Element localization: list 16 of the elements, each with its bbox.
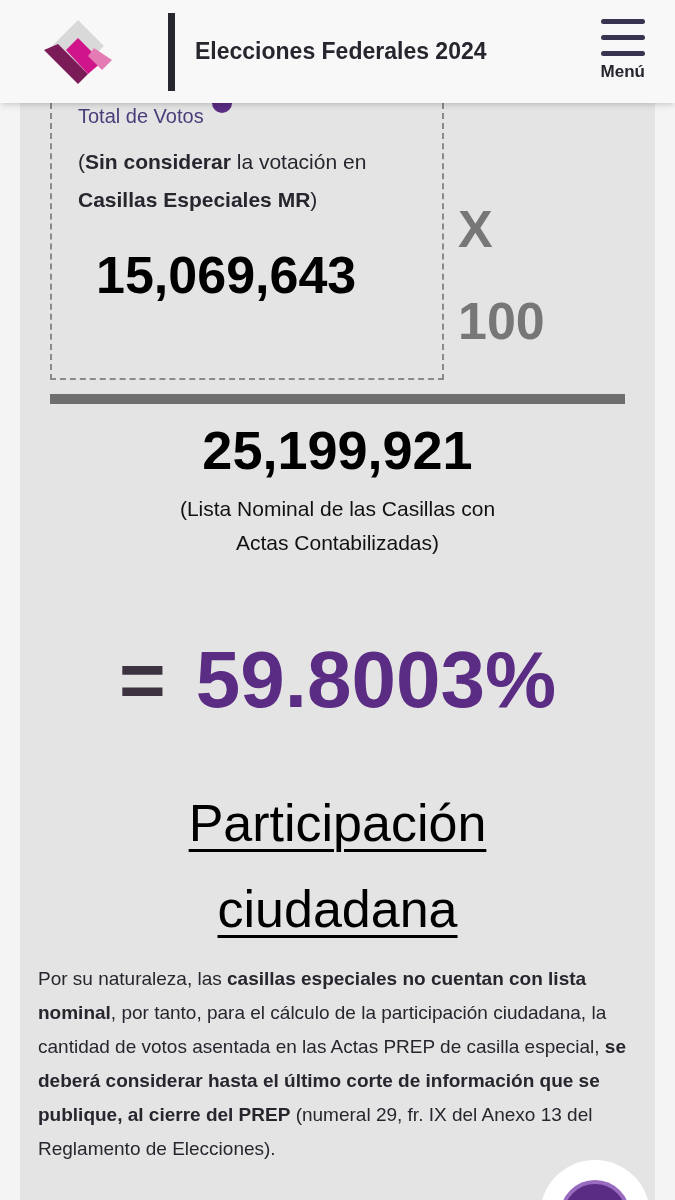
multiplier-value: 100	[458, 295, 545, 347]
numerator-value: 15,069,643	[96, 249, 358, 301]
site-title: Elecciones Federales 2024	[195, 37, 487, 67]
info-icon[interactable]	[211, 103, 232, 113]
multiply-sign: X	[458, 203, 494, 255]
numerator-label: Total de Votos	[78, 104, 204, 129]
explanation-paragraph: Por su naturaleza, las casillas especiales no cuentan con lista nominal, por tanto, para el cálculo de la participación ciudadana, la cantidad de votos asentada en las Actas PREP de casilla especial, se deberá considerar hasta el último corte de información que se publique, al cierre del PREP (numeral 29, fr. IX del Anexo 13 del Reglamento de Elecciones).	[37, 967, 627, 1161]
denominator-value: 25,199,921	[202, 419, 473, 482]
menu-icon	[600, 18, 645, 59]
equals-sign: =	[119, 640, 166, 720]
logo-icon[interactable]	[44, 17, 112, 86]
denominator-note: (Lista Nominal de las Casillas con Actas Contabilizadas)	[178, 496, 497, 556]
menu-button[interactable]: Menú	[600, 18, 645, 85]
participation-result: 59.8003%	[195, 640, 556, 720]
section-heading: Participación ciudadana	[187, 793, 488, 940]
numerator-note: (Sin considerar la votación en Casillas Especiales MR)	[78, 149, 368, 213]
